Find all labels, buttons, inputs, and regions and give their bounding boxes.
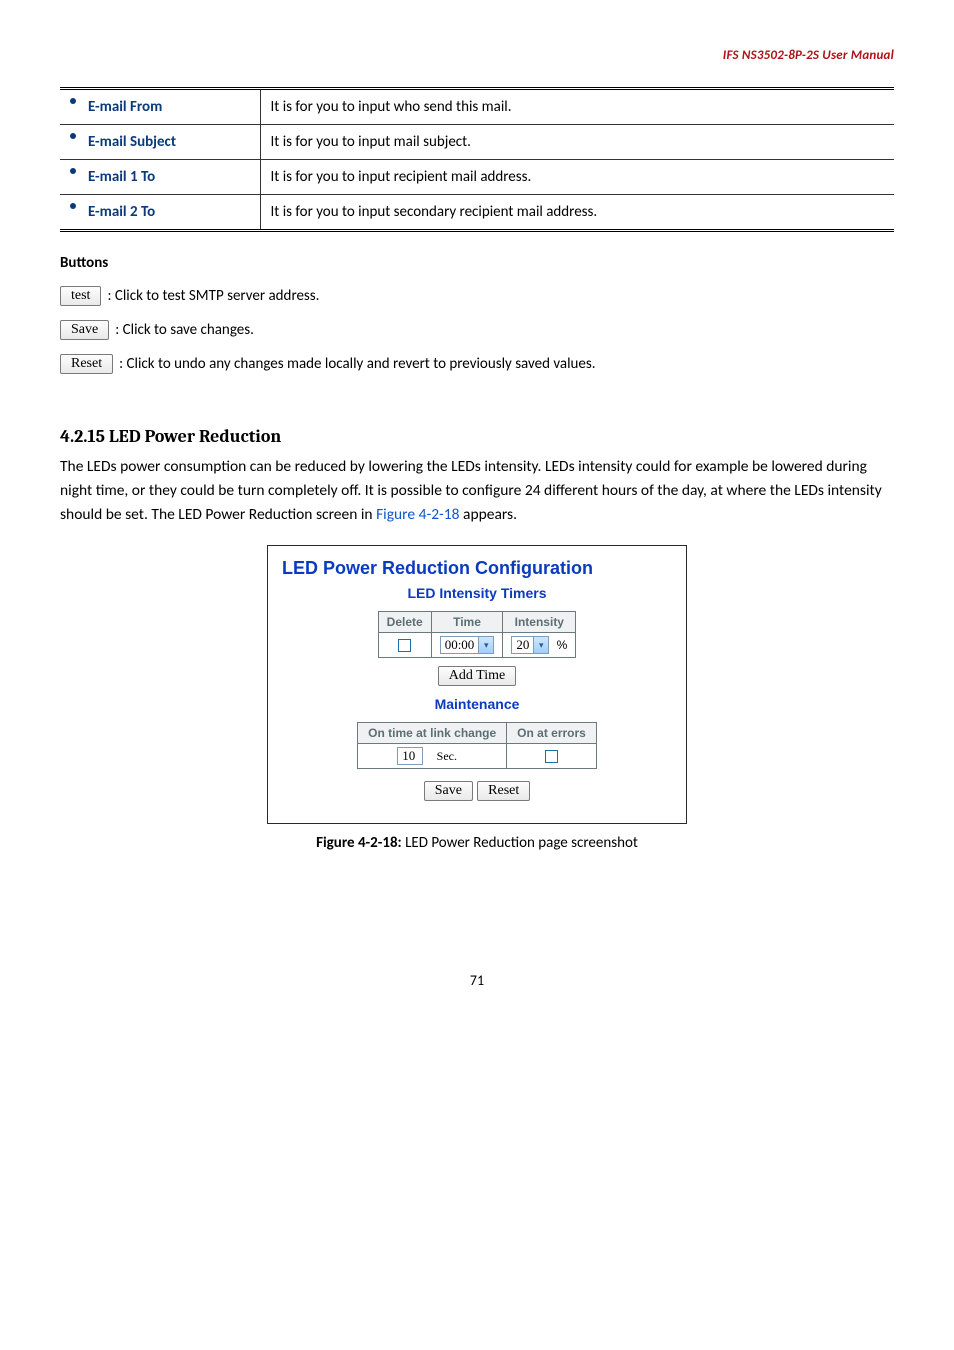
unit-label: Sec. [437, 749, 457, 763]
col-intensity: Intensity [503, 612, 576, 633]
table-row: E-mail Subject It is for you to input ma… [60, 125, 894, 160]
buttons-heading: Buttons [60, 254, 894, 272]
reset-button[interactable]: Reset [60, 354, 113, 374]
col-time: Time [431, 612, 503, 633]
button-description-row: test : Click to test SMTP server address… [60, 286, 894, 306]
percent-label: % [557, 638, 568, 652]
param-label: E-mail 1 To [60, 160, 260, 195]
button-desc-text: : Click to save changes. [115, 321, 254, 339]
screenshot-title: LED Power Reduction Configuration [282, 558, 672, 579]
section-heading: 4.2.15 LED Power Reduction [60, 426, 894, 447]
table-row: E-mail 2 To It is for you to input secon… [60, 195, 894, 231]
param-desc: It is for you to input secondary recipie… [260, 195, 894, 231]
section-body: The LEDs power consumption can be reduce… [60, 455, 894, 527]
col-on-time-link-change: On time at link change [358, 723, 507, 744]
on-time-input[interactable]: 10 [397, 747, 423, 765]
param-desc: It is for you to input who send this mai… [260, 89, 894, 125]
col-on-at-errors: On at errors [507, 723, 597, 744]
save-button[interactable]: Save [60, 320, 109, 340]
param-label: E-mail Subject [60, 125, 260, 160]
maintenance-table: On time at link change On at errors 10 S… [357, 722, 597, 769]
param-label: E-mail 2 To [60, 195, 260, 231]
button-desc-text: : Click to undo any changes made locally… [119, 355, 595, 373]
page-number: 71 [60, 972, 894, 989]
time-select-value: 00:00 [445, 637, 475, 653]
screenshot-subheading-maintenance: Maintenance [282, 696, 672, 712]
button-description-row: Save : Click to save changes. [60, 320, 894, 340]
figure-reference-link: Figure 4-2-18 [376, 505, 459, 524]
figure-caption: Figure 4-2-18: LED Power Reduction page … [60, 834, 894, 852]
param-desc: It is for you to input mail subject. [260, 125, 894, 160]
led-timers-table: Delete Time Intensity 00:00 ▾ 20 [378, 611, 577, 658]
param-desc: It is for you to input recipient mail ad… [260, 160, 894, 195]
screenshot-panel: LED Power Reduction Configuration LED In… [267, 545, 687, 824]
col-delete: Delete [378, 612, 431, 633]
table-row: E-mail From It is for you to input who s… [60, 89, 894, 125]
time-select[interactable]: 00:00 ▾ [440, 636, 495, 654]
intensity-select[interactable]: 20 ▾ [511, 636, 549, 654]
chevron-down-icon: ▾ [478, 637, 493, 653]
button-desc-text: : Click to test SMTP server address. [107, 287, 319, 305]
delete-checkbox[interactable] [398, 639, 411, 652]
screenshot-reset-button[interactable]: Reset [477, 781, 530, 801]
screenshot-subheading-timers: LED Intensity Timers [282, 585, 672, 601]
param-label: E-mail From [60, 89, 260, 125]
on-at-errors-checkbox[interactable] [545, 750, 558, 763]
table-row: 00:00 ▾ 20 ▾ % [378, 633, 576, 658]
button-description-row: Reset : Click to undo any changes made l… [60, 354, 894, 374]
parameter-table: E-mail From It is for you to input who s… [60, 87, 894, 232]
test-button[interactable]: test [60, 286, 101, 306]
add-time-button[interactable]: Add Time [438, 666, 516, 686]
chevron-down-icon: ▾ [533, 637, 548, 653]
running-header: IFS NS3502-8P-2S User Manual [60, 48, 894, 63]
screenshot-save-button[interactable]: Save [424, 781, 473, 801]
intensity-select-value: 20 [516, 637, 529, 653]
table-row: E-mail 1 To It is for you to input recip… [60, 160, 894, 195]
table-row: 10 Sec. [358, 744, 597, 769]
